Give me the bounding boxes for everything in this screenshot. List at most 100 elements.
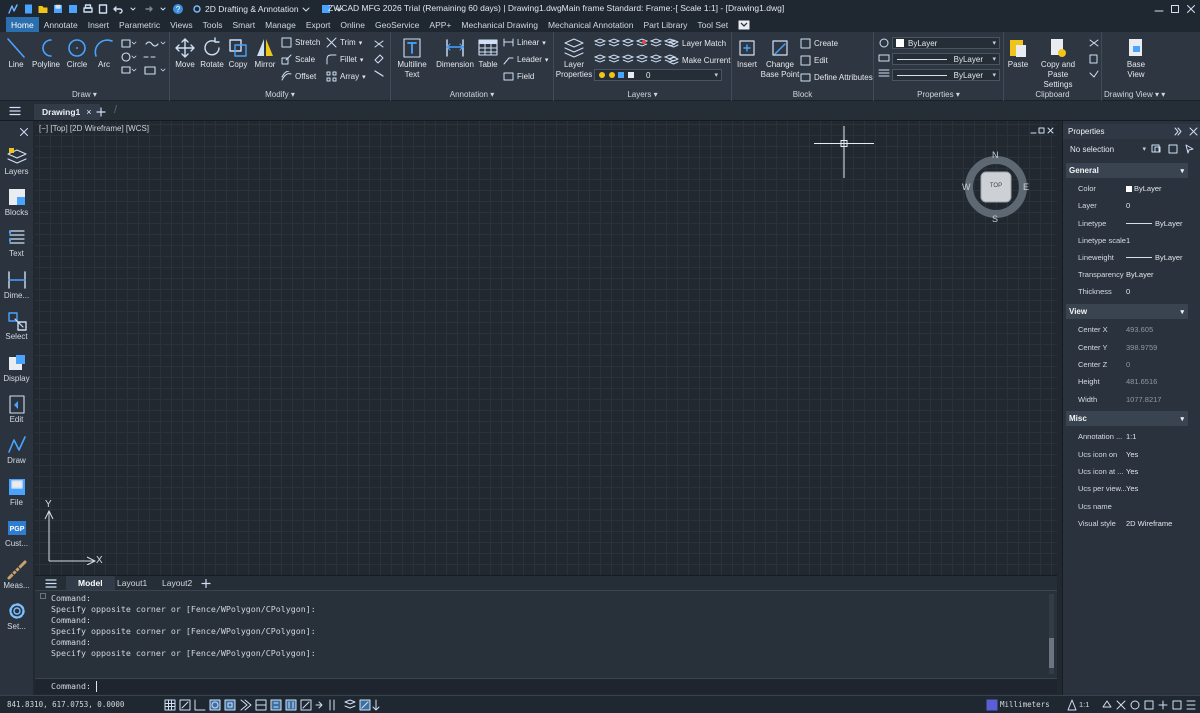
prop-row-linetype[interactable]: Linetype ByLayer: [1063, 215, 1188, 232]
tab-part-library[interactable]: Part Library: [638, 17, 692, 32]
viewport-controls[interactable]: [−] [Top] [2D Wireframe] [WCS]: [39, 124, 149, 133]
insert-block-button[interactable]: Insert: [735, 36, 759, 70]
minimize-button[interactable]: [1152, 2, 1166, 15]
field-button[interactable]: Field: [503, 71, 534, 82]
copy-paste-settings-button[interactable]: Copy and Paste Settings: [1030, 36, 1086, 90]
general-section-header[interactable]: General ▾: [1066, 163, 1188, 178]
prop-row-linetype-scale[interactable]: Linetype scale 1: [1063, 232, 1188, 249]
menu-icon[interactable]: [45, 579, 57, 588]
app-logo-icon[interactable]: [6, 2, 19, 15]
tab-drawing1[interactable]: Drawing1 ×: [34, 104, 100, 120]
array-button[interactable]: Array ▾: [326, 71, 366, 82]
drawing-canvas[interactable]: [−] [Top] [2D Wireframe] [WCS] N S E W T…: [35, 121, 1057, 575]
workspace-selector[interactable]: 2D Drafting & Annotation: [192, 4, 310, 14]
redo-dropdown-icon[interactable]: [156, 2, 169, 15]
prop-row-width[interactable]: Width 1077.8217: [1063, 391, 1188, 408]
dimension-button[interactable]: Dimension: [435, 36, 475, 70]
command-panel-grip[interactable]: [40, 593, 46, 599]
line-button[interactable]: Line: [4, 36, 28, 70]
color-dropdown[interactable]: ByLayer ▾: [892, 37, 1000, 49]
annotation-scale-value[interactable]: 1:1: [1079, 700, 1089, 709]
current-layer-dropdown[interactable]: 0 ▾: [594, 69, 722, 81]
prop-row-height[interactable]: Height 481.6516: [1063, 373, 1188, 390]
selection-dropdown[interactable]: No selection ▾: [1066, 143, 1150, 155]
undo-dropdown-icon[interactable]: [126, 2, 139, 15]
tab-layout2[interactable]: Layout2: [162, 576, 192, 590]
left-tool-select[interactable]: Select: [0, 310, 33, 341]
left-tool-settings[interactable]: Set...: [0, 600, 33, 631]
tab-export[interactable]: Export: [301, 17, 336, 32]
annotation-scale-icon[interactable]: [1066, 699, 1078, 711]
table-button[interactable]: Table: [477, 36, 499, 70]
draw-group-label[interactable]: Draw ▾: [0, 90, 169, 99]
tab-tool-set[interactable]: Tool Set: [692, 17, 733, 32]
prop-row-ucs-per-viewport[interactable]: Ucs per view... Yes: [1063, 480, 1188, 497]
fillet-button[interactable]: Fillet ▾: [326, 54, 363, 65]
close-icon[interactable]: [19, 127, 29, 137]
tab-insert[interactable]: Insert: [83, 17, 114, 32]
command-scrollbar-thumb[interactable]: [1049, 638, 1054, 668]
layer-match-button[interactable]: Layer Match: [668, 38, 726, 49]
open-file-icon[interactable]: [36, 2, 49, 15]
trim-button[interactable]: Trim ▾: [326, 37, 362, 48]
prop-row-layer[interactable]: Layer 0: [1063, 197, 1188, 214]
tab-online[interactable]: Online: [335, 17, 370, 32]
selection-tools-icons[interactable]: [1151, 144, 1197, 154]
redo-icon[interactable]: [141, 2, 154, 15]
print-preview-icon[interactable]: [96, 2, 109, 15]
print-icon[interactable]: [81, 2, 94, 15]
compass-east[interactable]: E: [1023, 182, 1029, 192]
leader-button[interactable]: Leader ▾: [503, 54, 548, 65]
multiline-text-button[interactable]: Multiline Text: [395, 36, 429, 80]
prop-row-thickness[interactable]: Thickness 0: [1063, 283, 1188, 300]
copy-button[interactable]: Copy: [226, 36, 250, 70]
new-tab-plus-icon[interactable]: [96, 107, 106, 117]
tab-smart[interactable]: Smart: [227, 17, 260, 32]
menu-icon[interactable]: [9, 106, 21, 116]
create-block-button[interactable]: Create: [800, 38, 838, 49]
undo-icon[interactable]: [111, 2, 124, 15]
drafting-toggles-icons[interactable]: [164, 699, 384, 711]
match-properties-icon[interactable]: [878, 38, 890, 80]
tab-mechanical-annotation[interactable]: Mechanical Annotation: [543, 17, 639, 32]
define-attributes-button[interactable]: Define Attributes: [800, 72, 873, 83]
left-tool-dimension[interactable]: Dime...: [0, 269, 33, 300]
tab-layout1[interactable]: Layout1: [117, 576, 147, 590]
ribbon-minimize-toggle[interactable]: [733, 17, 755, 32]
unit-icon[interactable]: [986, 699, 998, 711]
linetype-dropdown[interactable]: ByLayer ▾: [892, 53, 1000, 65]
units-dropdown[interactable]: Millimeters: [1000, 700, 1050, 709]
left-tool-edit[interactable]: Edit: [0, 393, 33, 424]
prop-row-lineweight[interactable]: Lineweight ByLayer: [1063, 249, 1188, 266]
circle-button[interactable]: Circle: [64, 36, 90, 70]
left-tool-customize[interactable]: PGP Cust...: [0, 517, 33, 548]
view-cube[interactable]: N S E W TOP: [960, 147, 1030, 227]
tab-mechanical-drawing[interactable]: Mechanical Drawing: [456, 17, 543, 32]
left-tool-blocks[interactable]: Blocks: [0, 186, 33, 217]
offset-button[interactable]: Offset: [281, 71, 316, 82]
properties-group-label[interactable]: Properties ▾: [874, 90, 1003, 99]
linear-dimension-button[interactable]: Linear ▾: [503, 37, 546, 48]
mirror-button[interactable]: Mirror: [252, 36, 278, 70]
left-tool-text[interactable]: Text: [0, 227, 33, 258]
rotate-button[interactable]: Rotate: [199, 36, 225, 70]
new-layout-plus-icon[interactable]: [201, 579, 211, 588]
modify-extra-icons[interactable]: [373, 38, 385, 78]
help-icon[interactable]: ?: [171, 2, 184, 15]
prop-row-ucs-icon-on[interactable]: Ucs icon on Yes: [1063, 446, 1188, 463]
maximize-button[interactable]: [1168, 2, 1182, 15]
status-tray-icons[interactable]: [1101, 699, 1197, 711]
tab-tools[interactable]: Tools: [198, 17, 228, 32]
paste-button[interactable]: Paste: [1006, 36, 1030, 70]
prop-row-annotation-scale[interactable]: Annotation ... 1:1: [1063, 428, 1188, 445]
prop-row-center-z[interactable]: Center Z0: [1063, 356, 1188, 373]
prop-row-ucs-name[interactable]: Ucs name: [1063, 498, 1188, 515]
command-scrollbar[interactable]: [1049, 594, 1054, 674]
prop-row-center-y[interactable]: Center Y 398.9759: [1063, 339, 1188, 356]
prop-row-center-x[interactable]: Center X 493.605: [1063, 321, 1188, 338]
left-tool-display[interactable]: Display: [0, 352, 33, 383]
change-base-point-button[interactable]: Change Base Point: [760, 36, 800, 80]
make-current-button[interactable]: Make Current: [668, 55, 730, 66]
left-tool-layers[interactable]: Layers: [0, 145, 33, 176]
prop-row-visual-style[interactable]: Visual style 2D Wireframe: [1063, 515, 1188, 532]
